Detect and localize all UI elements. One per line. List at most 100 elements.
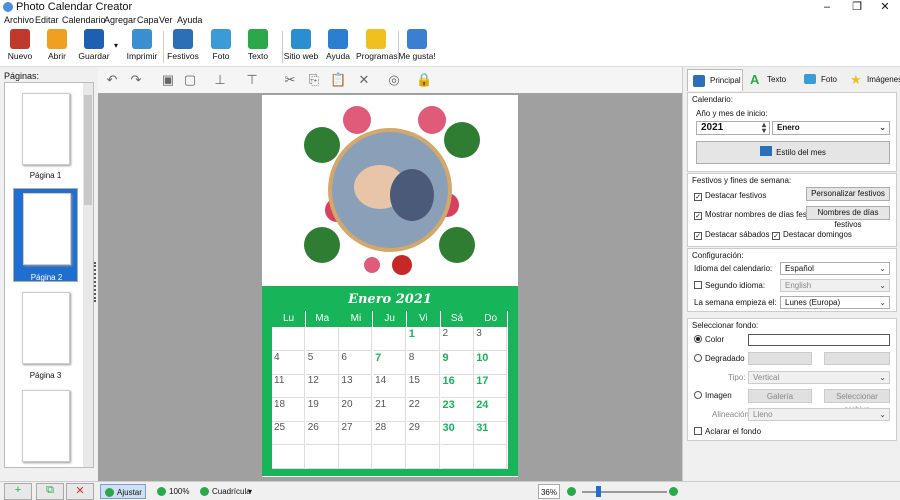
day-cell[interactable] (406, 444, 440, 469)
day-cell[interactable]: 20 (339, 397, 373, 422)
day-cell[interactable] (373, 327, 407, 351)
zoom-slider[interactable] (582, 491, 667, 493)
holiday-names-button[interactable]: Nombres de días festivos (806, 206, 890, 229)
bg-color-radio[interactable]: Color (694, 335, 724, 344)
menu-ayuda[interactable]: Ayuda (177, 15, 202, 25)
day-cell[interactable]: 19 (305, 397, 339, 422)
add-page-icon[interactable]: + (4, 483, 32, 500)
print-button[interactable]: Imprimir (122, 29, 162, 65)
gradient-color-1[interactable] (748, 352, 812, 365)
zoom-in-icon[interactable] (669, 484, 681, 499)
page-thumbnail-2[interactable]: Página 2 (13, 188, 78, 282)
day-cell[interactable] (440, 444, 474, 469)
pages-scrollbar[interactable] (83, 83, 93, 467)
day-cell[interactable]: 22 (406, 397, 440, 422)
day-cell[interactable]: 6 (339, 350, 373, 375)
duplicate-page-icon[interactable]: ⧉ (36, 483, 64, 500)
menu-agregar[interactable]: Agregar (104, 15, 136, 25)
lock-icon[interactable]: 🔒 (416, 72, 432, 88)
bg-image-radio[interactable]: Imagen (694, 391, 732, 400)
zoom-100-button[interactable]: 100% (157, 484, 189, 499)
day-cell[interactable]: 24 (474, 397, 508, 422)
menu-capa[interactable]: Capa (137, 15, 159, 25)
like-button[interactable]: Me gusta! (397, 29, 437, 65)
day-cell[interactable]: 25 (272, 421, 305, 445)
page-thumbnail-3[interactable]: Página 3 (13, 288, 78, 382)
show-holiday-names-checkbox[interactable]: ✓ Mostrar nombres de días festivos (694, 210, 823, 220)
day-cell[interactable] (272, 444, 305, 469)
website-button[interactable]: Sitio web (281, 29, 321, 65)
day-cell[interactable] (339, 444, 373, 469)
highlight-holidays-checkbox[interactable]: ✓ Destacar festivos (694, 191, 766, 201)
day-cell[interactable]: 14 (373, 374, 407, 398)
month-style-button[interactable]: Estilo del mes (696, 141, 890, 164)
close-icon[interactable]: ✕ (870, 0, 900, 15)
zoom-slider-thumb[interactable] (596, 486, 601, 497)
save-button[interactable]: Guardar (74, 29, 114, 65)
select-file-button[interactable]: Seleccionar archivo (824, 389, 890, 414)
tab-imagenes[interactable]: ★ Imágenes (845, 69, 900, 91)
day-cell[interactable] (339, 327, 373, 351)
cut-icon[interactable]: ✂ (282, 72, 298, 88)
gradient-type-select[interactable]: Vertical ⌄ (748, 371, 890, 384)
day-cell[interactable]: 13 (339, 374, 373, 398)
grid-button[interactable]: Cuadrícula (200, 484, 251, 499)
photo-frame[interactable] (262, 95, 518, 286)
bring-front-icon[interactable]: ▣ (160, 72, 176, 88)
second-language-select[interactable]: English ⌄ (780, 279, 890, 292)
day-cell[interactable]: 11 (272, 374, 305, 398)
day-cell[interactable] (474, 444, 508, 469)
day-cell[interactable]: 26 (305, 421, 339, 445)
page-thumbnail-4[interactable] (13, 386, 78, 466)
day-cell[interactable]: 8 (406, 350, 440, 375)
day-cell[interactable]: 4 (272, 350, 305, 375)
menu-calendario[interactable]: Calendario (62, 15, 106, 25)
day-cell[interactable]: 10 (474, 350, 508, 375)
day-cell[interactable] (272, 327, 305, 351)
highlight-sundays-checkbox[interactable]: ✓ Destacar domingos (772, 230, 852, 240)
save-dropdown-icon[interactable]: ▾ (114, 41, 118, 50)
lighten-background-checkbox[interactable]: Aclarar el fondo (694, 427, 761, 436)
undo-icon[interactable]: ↶ (104, 72, 120, 88)
day-cell[interactable]: 3 (474, 327, 508, 351)
delete-page-icon[interactable]: ✕ (66, 483, 94, 500)
calendar-language-select[interactable]: Español ⌄ (780, 262, 890, 275)
tab-principal[interactable]: Principal (687, 69, 743, 91)
day-cell[interactable] (373, 444, 407, 469)
text-button[interactable]: Texto (238, 29, 278, 65)
align-icon[interactable]: ⊥ (212, 72, 228, 88)
distribute-icon[interactable]: ⊤ (244, 72, 260, 88)
day-cell[interactable]: 9 (440, 350, 474, 375)
day-cell[interactable]: 21 (373, 397, 407, 422)
day-cell[interactable]: 12 (305, 374, 339, 398)
second-language-checkbox[interactable]: Segundo idioma: (694, 281, 765, 290)
day-cell[interactable] (305, 444, 339, 469)
day-cell[interactable]: 27 (339, 421, 373, 445)
calendar-page[interactable]: Enero 2021 Lu Ma Mi Ju Vi Sá Do 1 2 3 4 5 6 7 8 9 10 11 12… (262, 95, 518, 477)
open-button[interactable]: Abrir (37, 29, 77, 65)
week-start-select[interactable]: Lunes (Europa) ⌄ (780, 296, 890, 309)
customize-holidays-button[interactable]: Personalizar festivos (806, 187, 890, 201)
menu-archivo[interactable]: Archivo (4, 15, 34, 25)
send-back-icon[interactable]: ▢ (182, 72, 198, 88)
properties-icon[interactable]: ◎ (386, 72, 402, 88)
day-cell[interactable]: 17 (474, 374, 508, 398)
day-cell[interactable]: 31 (474, 421, 508, 445)
help-button[interactable]: Ayuda (318, 29, 358, 65)
gradient-color-2[interactable] (824, 352, 890, 365)
day-cell[interactable]: 15 (406, 374, 440, 398)
day-cell[interactable]: 18 (272, 397, 305, 422)
day-cell[interactable]: 28 (373, 421, 407, 445)
bg-gradient-radio[interactable]: Degradado (694, 354, 745, 363)
day-cell[interactable]: 5 (305, 350, 339, 375)
day-cell[interactable]: 1 (406, 327, 440, 351)
day-cell[interactable]: 23 (440, 397, 474, 422)
day-cell[interactable] (305, 327, 339, 351)
align-select[interactable]: Lleno ⌄ (748, 408, 890, 421)
month-select[interactable]: Enero ⌄ (772, 121, 890, 135)
spinner-arrows-icon[interactable]: ▴ ▾ (762, 121, 766, 135)
photo-button[interactable]: Foto (201, 29, 241, 65)
gallery-button[interactable]: Galería (748, 389, 812, 403)
holidays-button[interactable]: Festivos (163, 29, 203, 65)
calendar-grid-area[interactable]: Enero 2021 Lu Ma Mi Ju Vi Sá Do 1 2 3 4 5 6 7 8 9 10 11 12… (262, 286, 518, 476)
